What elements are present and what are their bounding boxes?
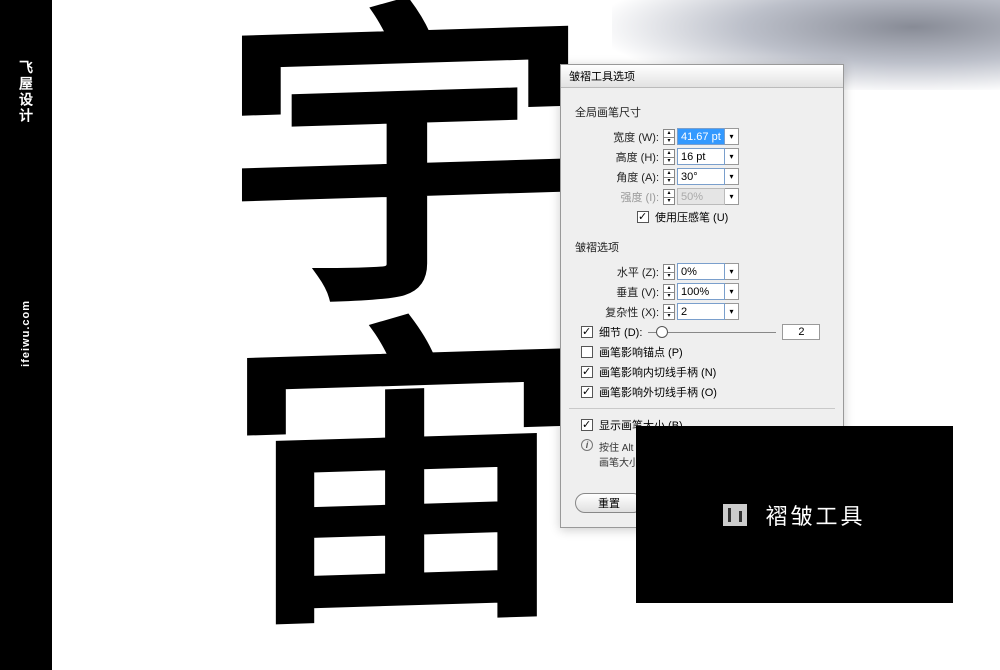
chevron-down-icon[interactable]: ▾ (725, 303, 739, 320)
left-brand-sidebar: 飞屋设计 ifeiwu.com (0, 0, 52, 670)
height-input[interactable] (677, 148, 725, 165)
complexity-stepper[interactable]: ▴▾ (663, 304, 675, 320)
stepper-down-icon: ▾ (663, 197, 675, 205)
complexity-label: 复杂性 (X): (603, 304, 659, 320)
stepper-down-icon[interactable]: ▾ (663, 312, 675, 320)
affect-anchor-row: 画笔影响锚点 (P) (581, 344, 829, 360)
brand-url: ifeiwu.com (20, 300, 32, 367)
section-global-brush: 全局画笔尺寸 (575, 104, 829, 120)
angle-input[interactable] (677, 168, 725, 185)
dialog-body: 全局画笔尺寸 宽度 (W): ▴▾ ▾ 高度 (H): ▴▾ ▾ 角度 (A):… (561, 88, 843, 483)
use-pressure-label: 使用压感笔 (U) (655, 209, 728, 225)
detail-checkbox[interactable] (581, 326, 593, 338)
detail-value-input[interactable] (782, 324, 820, 340)
detail-label: 细节 (D): (599, 324, 642, 340)
calligraphy-text: 宇宙 (194, 0, 544, 635)
field-vertical: 垂直 (V): ▴▾ ▾ (575, 283, 829, 300)
affect-anchor-checkbox[interactable] (581, 346, 593, 358)
vertical-label: 垂直 (V): (603, 284, 659, 300)
affect-in-checkbox[interactable] (581, 366, 593, 378)
angle-label: 角度 (A): (603, 169, 659, 185)
horizontal-label: 水平 (Z): (603, 264, 659, 280)
field-width: 宽度 (W): ▴▾ ▾ (575, 128, 829, 145)
horizontal-stepper[interactable]: ▴▾ (663, 264, 675, 280)
angle-stepper[interactable]: ▴▾ (663, 169, 675, 185)
field-intensity: 强度 (I): ▴▾ ▾ (575, 188, 829, 205)
stepper-down-icon[interactable]: ▾ (663, 272, 675, 280)
stepper-down-icon[interactable]: ▾ (663, 177, 675, 185)
width-label: 宽度 (W): (603, 129, 659, 145)
use-pressure-checkbox[interactable] (637, 211, 649, 223)
width-stepper[interactable]: ▴▾ (663, 129, 675, 145)
complexity-input[interactable] (677, 303, 725, 320)
width-input[interactable] (677, 128, 725, 145)
stepper-up-icon[interactable]: ▴ (663, 304, 675, 312)
stepper-up-icon: ▴ (663, 189, 675, 197)
divider (569, 408, 835, 409)
intensity-input (677, 188, 725, 205)
intensity-label: 强度 (I): (603, 189, 659, 205)
section-wrinkle-options: 皱褶选项 (575, 239, 829, 255)
stepper-down-icon[interactable]: ▾ (663, 292, 675, 300)
affect-in-label: 画笔影响内切线手柄 (N) (599, 364, 716, 380)
dialog-title: 皱褶工具选项 (561, 65, 843, 88)
chevron-down-icon[interactable]: ▾ (725, 148, 739, 165)
stepper-up-icon[interactable]: ▴ (663, 264, 675, 272)
affect-in-row: 画笔影响内切线手柄 (N) (581, 364, 829, 380)
stepper-up-icon[interactable]: ▴ (663, 129, 675, 137)
brand-name: 飞屋设计 (16, 60, 36, 124)
detail-slider[interactable] (648, 326, 776, 338)
chevron-down-icon: ▾ (725, 188, 739, 205)
stepper-up-icon[interactable]: ▴ (663, 169, 675, 177)
field-angle: 角度 (A): ▴▾ ▾ (575, 168, 829, 185)
stepper-down-icon[interactable]: ▾ (663, 137, 675, 145)
vertical-stepper[interactable]: ▴▾ (663, 284, 675, 300)
height-label: 高度 (H): (603, 149, 659, 165)
chevron-down-icon[interactable]: ▾ (725, 283, 739, 300)
chevron-down-icon[interactable]: ▾ (725, 128, 739, 145)
affect-anchor-label: 画笔影响锚点 (P) (599, 344, 683, 360)
reset-button[interactable]: 重置 (575, 493, 643, 513)
field-height: 高度 (H): ▴▾ ▾ (575, 148, 829, 165)
stepper-up-icon[interactable]: ▴ (663, 284, 675, 292)
stepper-down-icon[interactable]: ▾ (663, 157, 675, 165)
vertical-input[interactable] (677, 283, 725, 300)
field-horizontal: 水平 (Z): ▴▾ ▾ (575, 263, 829, 280)
chevron-down-icon[interactable]: ▾ (725, 263, 739, 280)
tool-tooltip-overlay: 褶皱工具 (636, 426, 953, 603)
detail-row: 细节 (D): (581, 324, 829, 340)
show-brush-checkbox[interactable] (581, 419, 593, 431)
affect-out-checkbox[interactable] (581, 386, 593, 398)
field-complexity: 复杂性 (X): ▴▾ ▾ (575, 303, 829, 320)
use-pressure-row: 使用压感笔 (U) (637, 209, 829, 225)
affect-out-row: 画笔影响外切线手柄 (O) (581, 384, 829, 400)
slider-thumb[interactable] (656, 326, 668, 338)
wrinkle-tool-icon (723, 504, 747, 526)
intensity-stepper: ▴▾ (663, 189, 675, 205)
horizontal-input[interactable] (677, 263, 725, 280)
height-stepper[interactable]: ▴▾ (663, 149, 675, 165)
tool-tooltip-label: 褶皱工具 (765, 499, 865, 531)
stepper-up-icon[interactable]: ▴ (663, 149, 675, 157)
info-icon: i (581, 439, 593, 451)
chevron-down-icon[interactable]: ▾ (725, 168, 739, 185)
affect-out-label: 画笔影响外切线手柄 (O) (599, 384, 717, 400)
